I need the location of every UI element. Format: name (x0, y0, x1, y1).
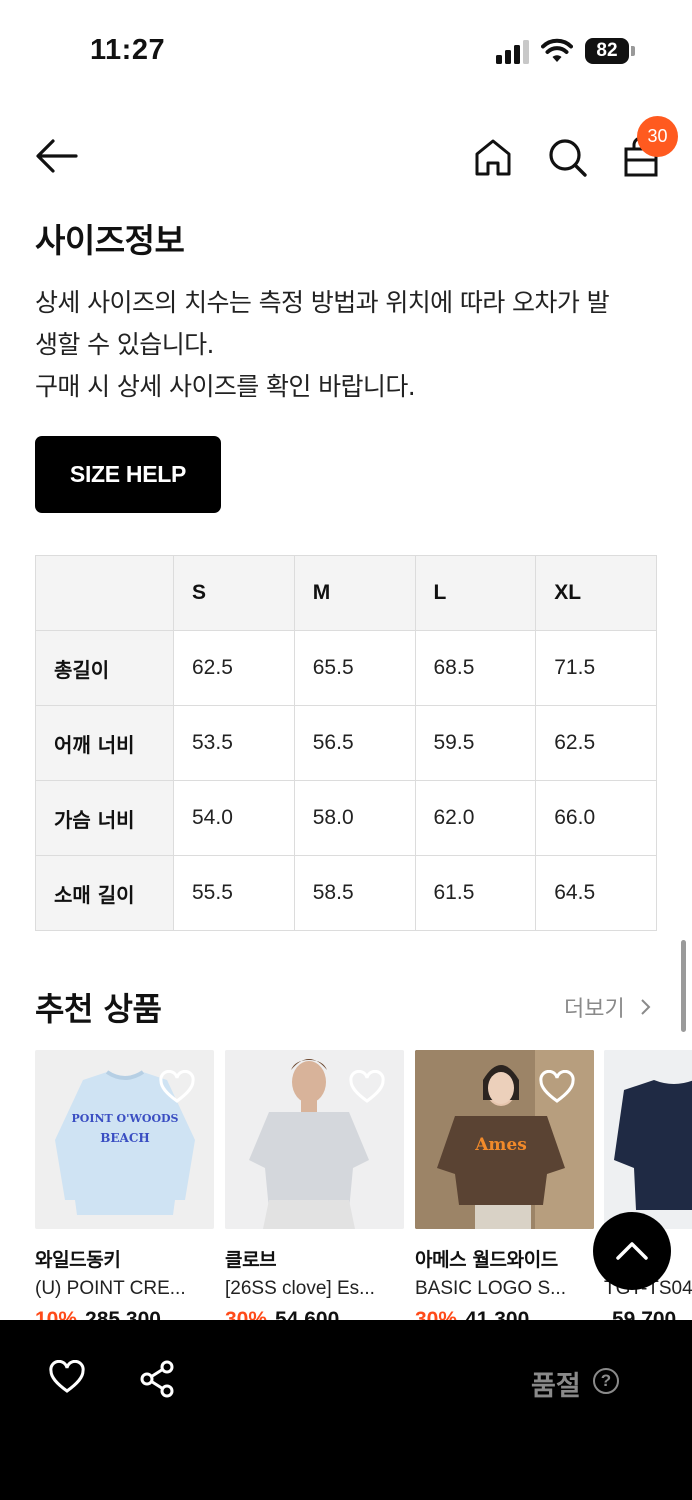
size-table-header-row: S M L XL (35, 555, 657, 631)
size-table: S M L XL 총길이 62.5 65.5 68.5 71.5 어깨 너비 5… (35, 555, 657, 931)
heart-icon[interactable] (538, 1070, 576, 1104)
battery-icon: 82 (585, 38, 635, 64)
size-info-title: 사이즈정보 (35, 221, 185, 260)
table-row: 가슴 너비 54.0 58.0 62.0 66.0 (35, 780, 657, 856)
description-line: 상세 사이즈의 치수는 측정 방법과 위치에 따라 오차가 발 (35, 288, 610, 317)
product-image[interactable]: POINT O'WOODS BEACH (35, 1050, 214, 1229)
table-cell: 62.5 (173, 630, 295, 706)
cellular-signal-icon (496, 40, 529, 64)
product-image[interactable] (225, 1050, 404, 1229)
more-link[interactable]: 더보기 (564, 991, 652, 1023)
table-cell: 61.5 (414, 855, 537, 931)
table-cell: 58.5 (293, 855, 416, 931)
product-name: (U) POINT CRE... (35, 1278, 186, 1299)
discount-rate: 30% (415, 1308, 458, 1320)
scrollbar[interactable] (681, 940, 686, 1032)
heart-icon[interactable] (158, 1070, 196, 1104)
heart-icon[interactable] (348, 1070, 386, 1104)
price-value: 54,600 (275, 1308, 340, 1320)
status-bar: 11:27 82 (0, 0, 692, 100)
knit-sweater-image (604, 1050, 692, 1229)
product-brand: 와일드동키 (35, 1249, 121, 1271)
size-header-s: S (173, 555, 295, 631)
product-name: BASIC LOGO S... (415, 1278, 566, 1299)
share-icon[interactable] (139, 1360, 175, 1398)
product-card[interactable]: 클로브 [26SS clove] Es... 30% 54,600 (225, 1050, 404, 1320)
table-cell: 62.5 (535, 705, 657, 781)
description-line: 구매 시 상세 사이즈를 확인 바랍니다. (35, 372, 416, 401)
table-cell: 54.0 (173, 780, 295, 856)
product-price: 30% 41,300 (415, 1308, 594, 1320)
product-card[interactable]: Ames 아메스 월드와이드 BASIC LOGO S... 30% 41,300 (415, 1050, 594, 1320)
product-price: 30% 54,600 (225, 1308, 404, 1320)
size-info-description: 상세 사이즈의 치수는 측정 방법과 위치에 따라 오차가 발 생할 수 있습니… (35, 282, 665, 408)
table-cell: 66.0 (535, 780, 657, 856)
chevron-right-icon (641, 999, 651, 1015)
table-cell: 71.5 (535, 630, 657, 706)
question-circle-icon[interactable]: ? (593, 1368, 619, 1394)
table-cell: 65.5 (293, 630, 416, 706)
row-label: 총길이 (35, 630, 174, 706)
top-nav (0, 112, 692, 202)
svg-text:BEACH: BEACH (100, 1131, 150, 1145)
wifi-icon (541, 38, 573, 62)
cart-count-badge: 30 (637, 116, 678, 157)
price-value: 59,700 (612, 1308, 677, 1320)
scroll-to-top-button[interactable] (593, 1212, 671, 1290)
table-cell: 53.5 (173, 705, 295, 781)
table-cell: 56.5 (293, 705, 416, 781)
description-line: 생할 수 있습니다. (35, 330, 214, 359)
product-brand: 클로브 (225, 1249, 277, 1271)
product-image[interactable] (604, 1050, 692, 1229)
price-value: 285,300 (85, 1308, 161, 1320)
row-label: 어깨 너비 (35, 705, 174, 781)
table-row: 소매 길이 55.5 58.5 61.5 64.5 (35, 855, 657, 931)
table-row: 총길이 62.5 65.5 68.5 71.5 (35, 630, 657, 706)
table-cell: 68.5 (414, 630, 537, 706)
recommended-title: 추천 상품 (35, 990, 162, 1028)
row-label: 가슴 너비 (35, 780, 174, 856)
more-label: 더보기 (564, 997, 625, 1022)
home-icon[interactable] (472, 136, 514, 178)
discount-rate: 30% (225, 1308, 268, 1320)
search-icon[interactable] (546, 136, 588, 178)
bottom-action-bar: 품절 ? (0, 1320, 692, 1500)
product-name: [26SS clove] Es... (225, 1278, 375, 1299)
soldout-label: 품절 (531, 1371, 581, 1402)
table-cell: 59.5 (414, 705, 537, 781)
product-brand: 아메스 월드와이드 (415, 1249, 558, 1271)
battery-level: 82 (585, 38, 629, 64)
price-value: 41,300 (465, 1308, 530, 1320)
discount-rate: 10% (35, 1308, 78, 1320)
size-header-m: M (293, 555, 416, 631)
svg-text:Ames: Ames (474, 1135, 527, 1155)
product-image[interactable]: Ames (415, 1050, 594, 1229)
row-label: 소매 길이 (35, 855, 174, 931)
back-arrow-icon[interactable] (34, 136, 80, 176)
size-header-l: L (414, 555, 537, 631)
product-price: 59,700 (604, 1308, 692, 1320)
chevron-up-icon (616, 1242, 648, 1260)
table-cell: 62.0 (414, 780, 537, 856)
heart-icon[interactable] (48, 1360, 86, 1394)
table-cell: 58.0 (293, 780, 416, 856)
table-cell: 55.5 (173, 855, 295, 931)
table-row: 어깨 너비 53.5 56.5 59.5 62.5 (35, 705, 657, 781)
size-help-button[interactable]: SIZE HELP (35, 436, 221, 513)
product-price: 10% 285,300 (35, 1308, 214, 1320)
table-cell: 64.5 (535, 855, 657, 931)
status-time: 11:27 (90, 34, 166, 66)
table-corner-cell (35, 555, 174, 631)
svg-text:POINT O'WOODS: POINT O'WOODS (71, 1112, 178, 1125)
product-card[interactable]: POINT O'WOODS BEACH 와일드동키 (U) POINT CRE.… (35, 1050, 214, 1320)
size-header-xl: XL (535, 555, 657, 631)
